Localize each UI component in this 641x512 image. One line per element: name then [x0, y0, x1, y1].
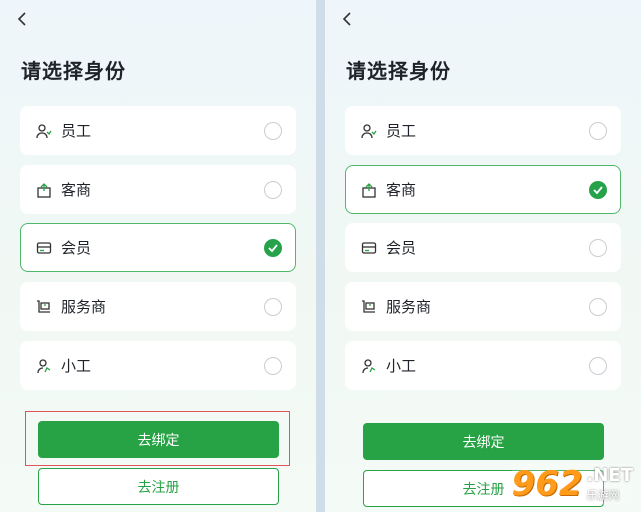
radio-unchecked[interactable]: [589, 357, 607, 375]
radio-checked[interactable]: [589, 181, 607, 199]
check-icon: [268, 244, 278, 253]
page-title: 请选择身份: [21, 59, 126, 83]
option-label: 小工: [386, 357, 417, 375]
register-button[interactable]: 去注册: [38, 468, 279, 505]
option-member[interactable]: 会员: [345, 223, 621, 272]
screen-right: 请选择身份 员工 客商 会员 服务商 小工 去绑定 去注册: [325, 0, 641, 512]
panel-divider: [316, 0, 325, 512]
option-label: 员工: [386, 122, 417, 140]
screen-left: 请选择身份 员工 客商 会员 服务商 小工 去绑定 去注册: [0, 0, 316, 512]
shop-box-icon: [361, 182, 377, 198]
bind-button[interactable]: 去绑定: [38, 421, 279, 458]
radio-checked[interactable]: [264, 239, 282, 257]
option-label: 员工: [61, 122, 92, 140]
option-employee[interactable]: 员工: [20, 106, 296, 155]
card-icon: [361, 240, 377, 256]
radio-unchecked[interactable]: [264, 122, 282, 140]
option-member[interactable]: 会员: [20, 223, 296, 272]
user-hand-icon: [36, 123, 52, 139]
option-merchant[interactable]: 客商: [345, 165, 621, 214]
radio-unchecked[interactable]: [264, 298, 282, 316]
option-label: 服务商: [61, 298, 107, 316]
option-label: 服务商: [386, 298, 432, 316]
check-icon: [593, 186, 603, 195]
chevron-left-icon: [342, 12, 351, 26]
radio-unchecked[interactable]: [589, 239, 607, 257]
option-label: 小工: [61, 357, 92, 375]
worker-icon: [36, 358, 52, 374]
radio-unchecked[interactable]: [264, 181, 282, 199]
card-icon: [36, 240, 52, 256]
watermark-net: .NET: [586, 465, 633, 486]
option-service-provider[interactable]: 服务商: [345, 282, 621, 331]
service-cart-icon: [361, 299, 377, 315]
shop-box-icon: [36, 182, 52, 198]
radio-unchecked[interactable]: [589, 298, 607, 316]
back-button[interactable]: [339, 9, 357, 29]
radio-unchecked[interactable]: [589, 122, 607, 140]
watermark: 962 .NET 乐游网: [511, 464, 633, 504]
page-title: 请选择身份: [346, 59, 451, 83]
option-label: 会员: [386, 239, 417, 257]
option-merchant[interactable]: 客商: [20, 165, 296, 214]
watermark-site: 乐游网: [586, 489, 620, 502]
option-label: 会员: [61, 239, 92, 257]
option-employee[interactable]: 员工: [345, 106, 621, 155]
worker-icon: [361, 358, 377, 374]
bind-button[interactable]: 去绑定: [363, 423, 604, 460]
option-worker[interactable]: 小工: [20, 341, 296, 390]
back-button[interactable]: [14, 9, 32, 29]
watermark-logo: 962: [511, 464, 583, 504]
option-label: 客商: [386, 181, 417, 199]
radio-unchecked[interactable]: [264, 357, 282, 375]
service-cart-icon: [36, 299, 52, 315]
option-label: 客商: [61, 181, 92, 199]
user-hand-icon: [361, 123, 377, 139]
option-service-provider[interactable]: 服务商: [20, 282, 296, 331]
option-worker[interactable]: 小工: [345, 341, 621, 390]
chevron-left-icon: [17, 12, 26, 26]
